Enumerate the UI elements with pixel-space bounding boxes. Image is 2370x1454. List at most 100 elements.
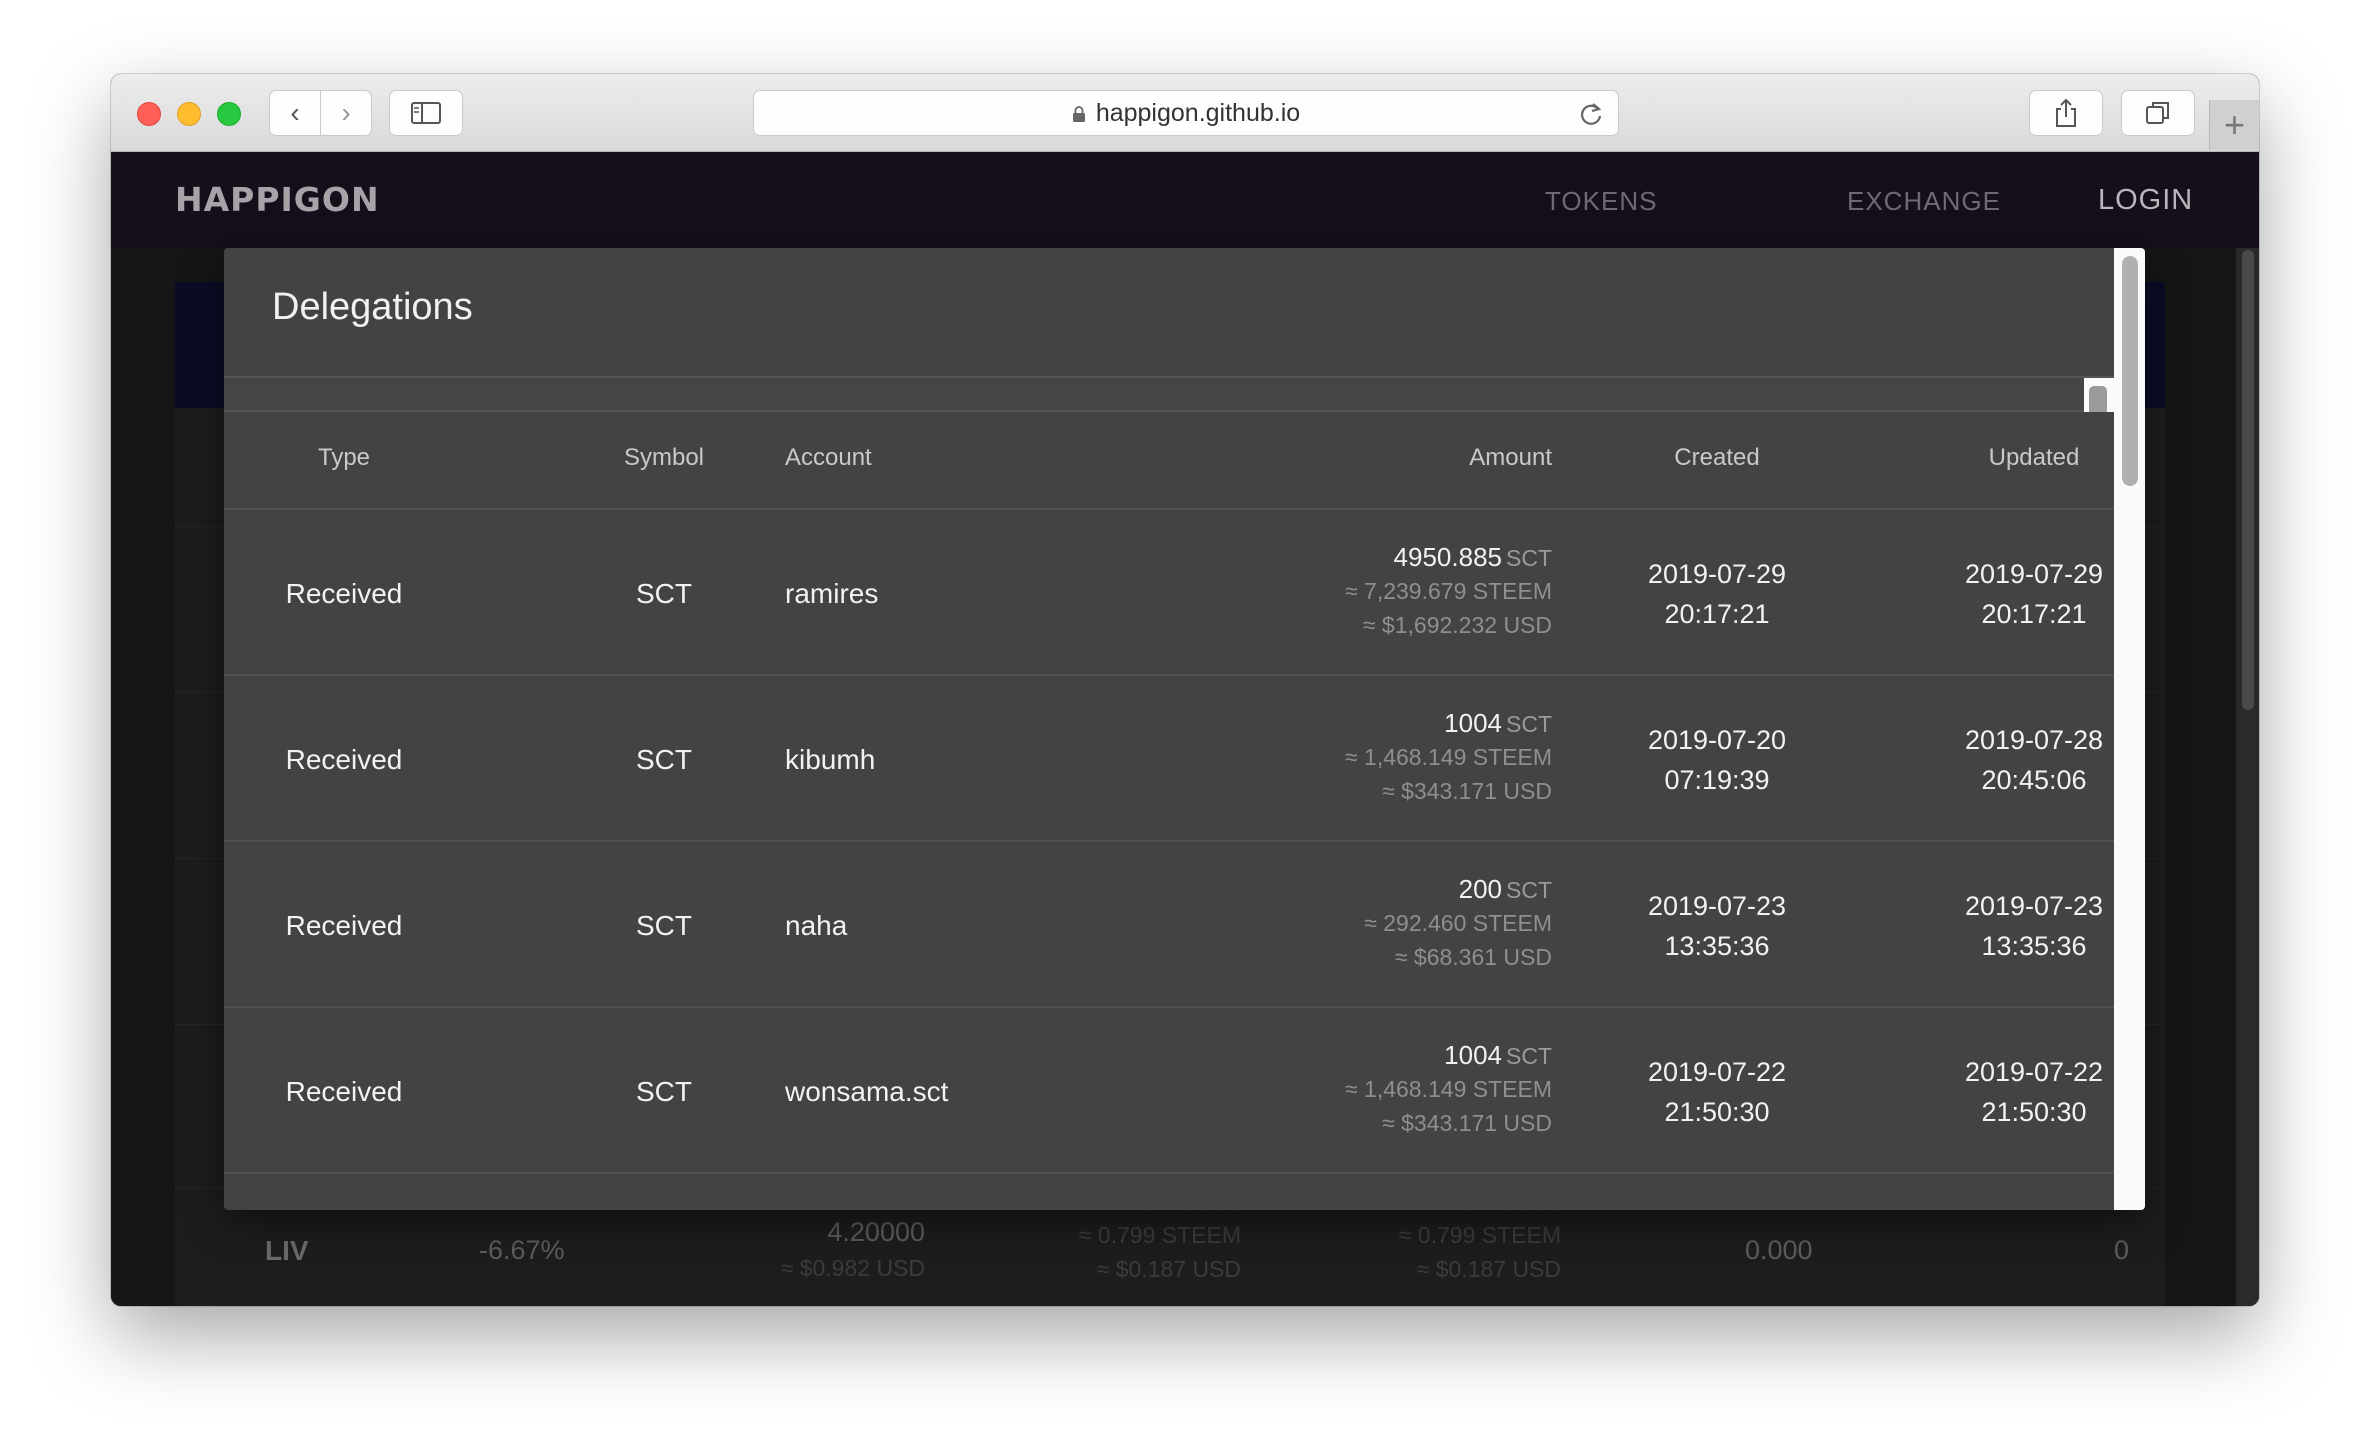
token-ask-steem: ≈ 0.799 STEEM [1398,1222,1561,1248]
nav-login-link[interactable]: LOGIN [2098,184,2193,217]
amount-steem: ≈ 292.460 STEEM [1364,910,1552,936]
amount-steem: ≈ 1,468.149 STEEM [1345,1076,1552,1102]
updated-time: 13:35:36 [1981,931,2087,961]
updated-datetime: 2019-07-29 20:17:21 [1889,554,2145,634]
column-header-type[interactable]: Type [224,444,464,472]
table-row: Received SCT ramires 4950.885 SCT ≈ 7,239… [224,510,2114,676]
share-icon [2056,98,2076,127]
delegation-amount: 200 SCT [1459,874,1552,905]
reload-icon[interactable] [1578,101,1604,127]
amount-value: 1004 [1444,1040,1502,1070]
created-time: 21:50:30 [1664,1097,1770,1127]
token-price-usd: ≈ $0.982 USD [780,1255,925,1281]
column-header-created[interactable]: Created [1572,444,1862,472]
lock-icon [1072,106,1085,122]
token-symbol[interactable]: LIV [265,1235,309,1267]
updated-time: 21:50:30 [1981,1097,2087,1127]
amount-steem: ≈ 1,468.149 STEEM [1345,744,1552,770]
amount-unit: SCT [1506,877,1552,903]
browser-toolbar: ‹ › happigon.github.io + [111,74,2259,152]
amount-usd: ≈ $68.361 USD [1394,944,1552,970]
amount-usd: ≈ $1,692.232 USD [1362,612,1552,638]
created-date: 2019-07-29 [1647,559,1787,589]
updated-time: 20:45:06 [1981,765,2087,795]
token-bid-usd: ≈ $0.187 USD [1096,1256,1241,1282]
back-button[interactable]: ‹ [269,90,321,136]
delegation-symbol: SCT [636,910,692,941]
updated-date: 2019-07-23 [1964,891,2104,921]
created-time: 13:35:36 [1664,931,1770,961]
column-header-account[interactable]: Account [785,444,872,472]
amount-unit: SCT [1506,1043,1552,1069]
url-text: happigon.github.io [1095,98,1301,127]
created-datetime: 2019-07-20 07:19:39 [1572,720,1862,800]
delegation-type: Received [285,744,403,775]
table-row: Received SCT wonsama.sct 1004 SCT ≈ 1,468… [224,1008,2114,1174]
amount-steem: ≈ 7,239.679 STEEM [1345,578,1552,604]
inner-scrollbar-thumb[interactable] [2089,386,2107,412]
site-logo[interactable]: HAPPIGON [175,180,380,219]
updated-date: 2019-07-28 [1964,725,2104,755]
updated-datetime: 2019-07-22 21:50:30 [1889,1052,2145,1132]
delegation-amount: 1004 SCT [1444,708,1552,739]
created-date: 2019-07-23 [1647,891,1787,921]
chevron-right-icon: › [341,97,351,128]
column-header-updated[interactable]: Updated [1889,444,2145,472]
amount-value: 1004 [1444,708,1502,738]
updated-datetime: 2019-07-28 20:45:06 [1889,720,2145,800]
token-ask-usd: ≈ $0.187 USD [1416,1256,1561,1282]
forward-button[interactable]: › [320,90,372,136]
sidebar-icon [411,102,441,124]
delegation-account[interactable]: naha [785,910,847,942]
updated-time: 20:17:21 [1981,599,2087,629]
new-tab-button[interactable]: + [2209,100,2259,150]
delegation-account[interactable]: ramires [785,578,878,610]
created-datetime: 2019-07-23 13:35:36 [1572,886,1862,966]
address-bar[interactable]: happigon.github.io [753,90,1619,136]
tabs-overview-icon [2146,102,2169,124]
table-row: Received SCT kibumh 1004 SCT ≈ 1,468.149 … [224,676,2114,842]
token-change: -6.67% [479,1235,565,1265]
token-bid-steem: ≈ 0.799 STEEM [1078,1222,1241,1248]
modal-title: Delegations [272,286,473,328]
token-volume: 0.000 [1745,1235,1813,1265]
show-tabs-button[interactable] [2121,90,2195,136]
delegation-amount: 4950.885 SCT [1394,542,1552,573]
minimize-window-button[interactable] [177,102,201,126]
created-time: 07:19:39 [1664,765,1770,795]
nav-exchange-link[interactable]: EXCHANGE [1847,186,2001,217]
updated-date: 2019-07-29 [1964,559,2104,589]
column-header-symbol[interactable]: Symbol [564,444,764,472]
share-button[interactable] [2029,90,2103,136]
delegations-modal: Delegations Type Symbol Account Amount C… [224,248,2145,1210]
zoom-window-button[interactable] [217,102,241,126]
plus-icon: + [2223,104,2246,145]
table-row: Received SCT naha 200 SCT ≈ 292.460 STEEM… [224,842,2114,1008]
browser-window: ‹ › happigon.github.io + HAPPIGON TOKENS… [111,74,2259,1306]
amount-usd: ≈ $343.171 USD [1382,1110,1552,1136]
amount-value: 4950.885 [1393,542,1502,572]
delegation-amount: 1004 SCT [1444,1040,1552,1071]
table-horizontal-scroll-area [224,378,2114,412]
created-time: 20:17:21 [1664,599,1770,629]
created-datetime: 2019-07-22 21:50:30 [1572,1052,1862,1132]
amount-unit: SCT [1506,545,1552,571]
token-count: 0 [2114,1235,2130,1265]
delegation-symbol: SCT [636,1076,692,1107]
delegation-symbol: SCT [636,744,692,775]
nav-tokens-link[interactable]: TOKENS [1545,186,1657,217]
updated-datetime: 2019-07-23 13:35:36 [1889,886,2145,966]
amount-value: 200 [1458,874,1502,904]
page-scrollbar-thumb[interactable] [2242,250,2254,710]
column-header-amount[interactable]: Amount [1324,444,1552,472]
token-price: 4.20000 [827,1217,925,1247]
chevron-left-icon: ‹ [290,97,300,128]
delegation-account[interactable]: wonsama.sct [785,1076,948,1108]
updated-date: 2019-07-22 [1964,1057,2104,1087]
delegation-account[interactable]: kibumh [785,744,875,776]
delegation-type: Received [285,1076,403,1107]
created-date: 2019-07-20 [1647,725,1787,755]
modal-scrollbar-thumb[interactable] [2122,256,2138,486]
sidebar-toggle-button[interactable] [389,90,463,136]
close-window-button[interactable] [137,102,161,126]
